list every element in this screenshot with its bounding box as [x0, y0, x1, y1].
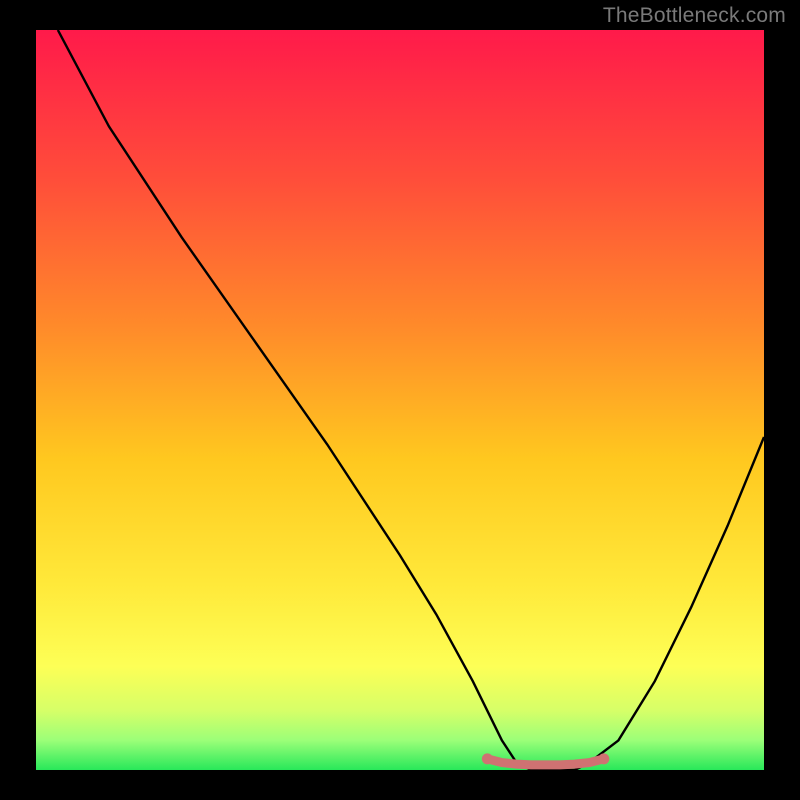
watermark-text: TheBottleneck.com — [603, 4, 786, 28]
optimum-endpoint-left — [482, 753, 493, 764]
bottleneck-curve — [58, 30, 764, 770]
optimum-band-marker — [487, 759, 603, 765]
plot-area — [36, 30, 764, 770]
optimum-endpoint-right — [598, 753, 609, 764]
curve-layer — [36, 30, 764, 770]
chart-container: TheBottleneck.com — [0, 0, 800, 800]
